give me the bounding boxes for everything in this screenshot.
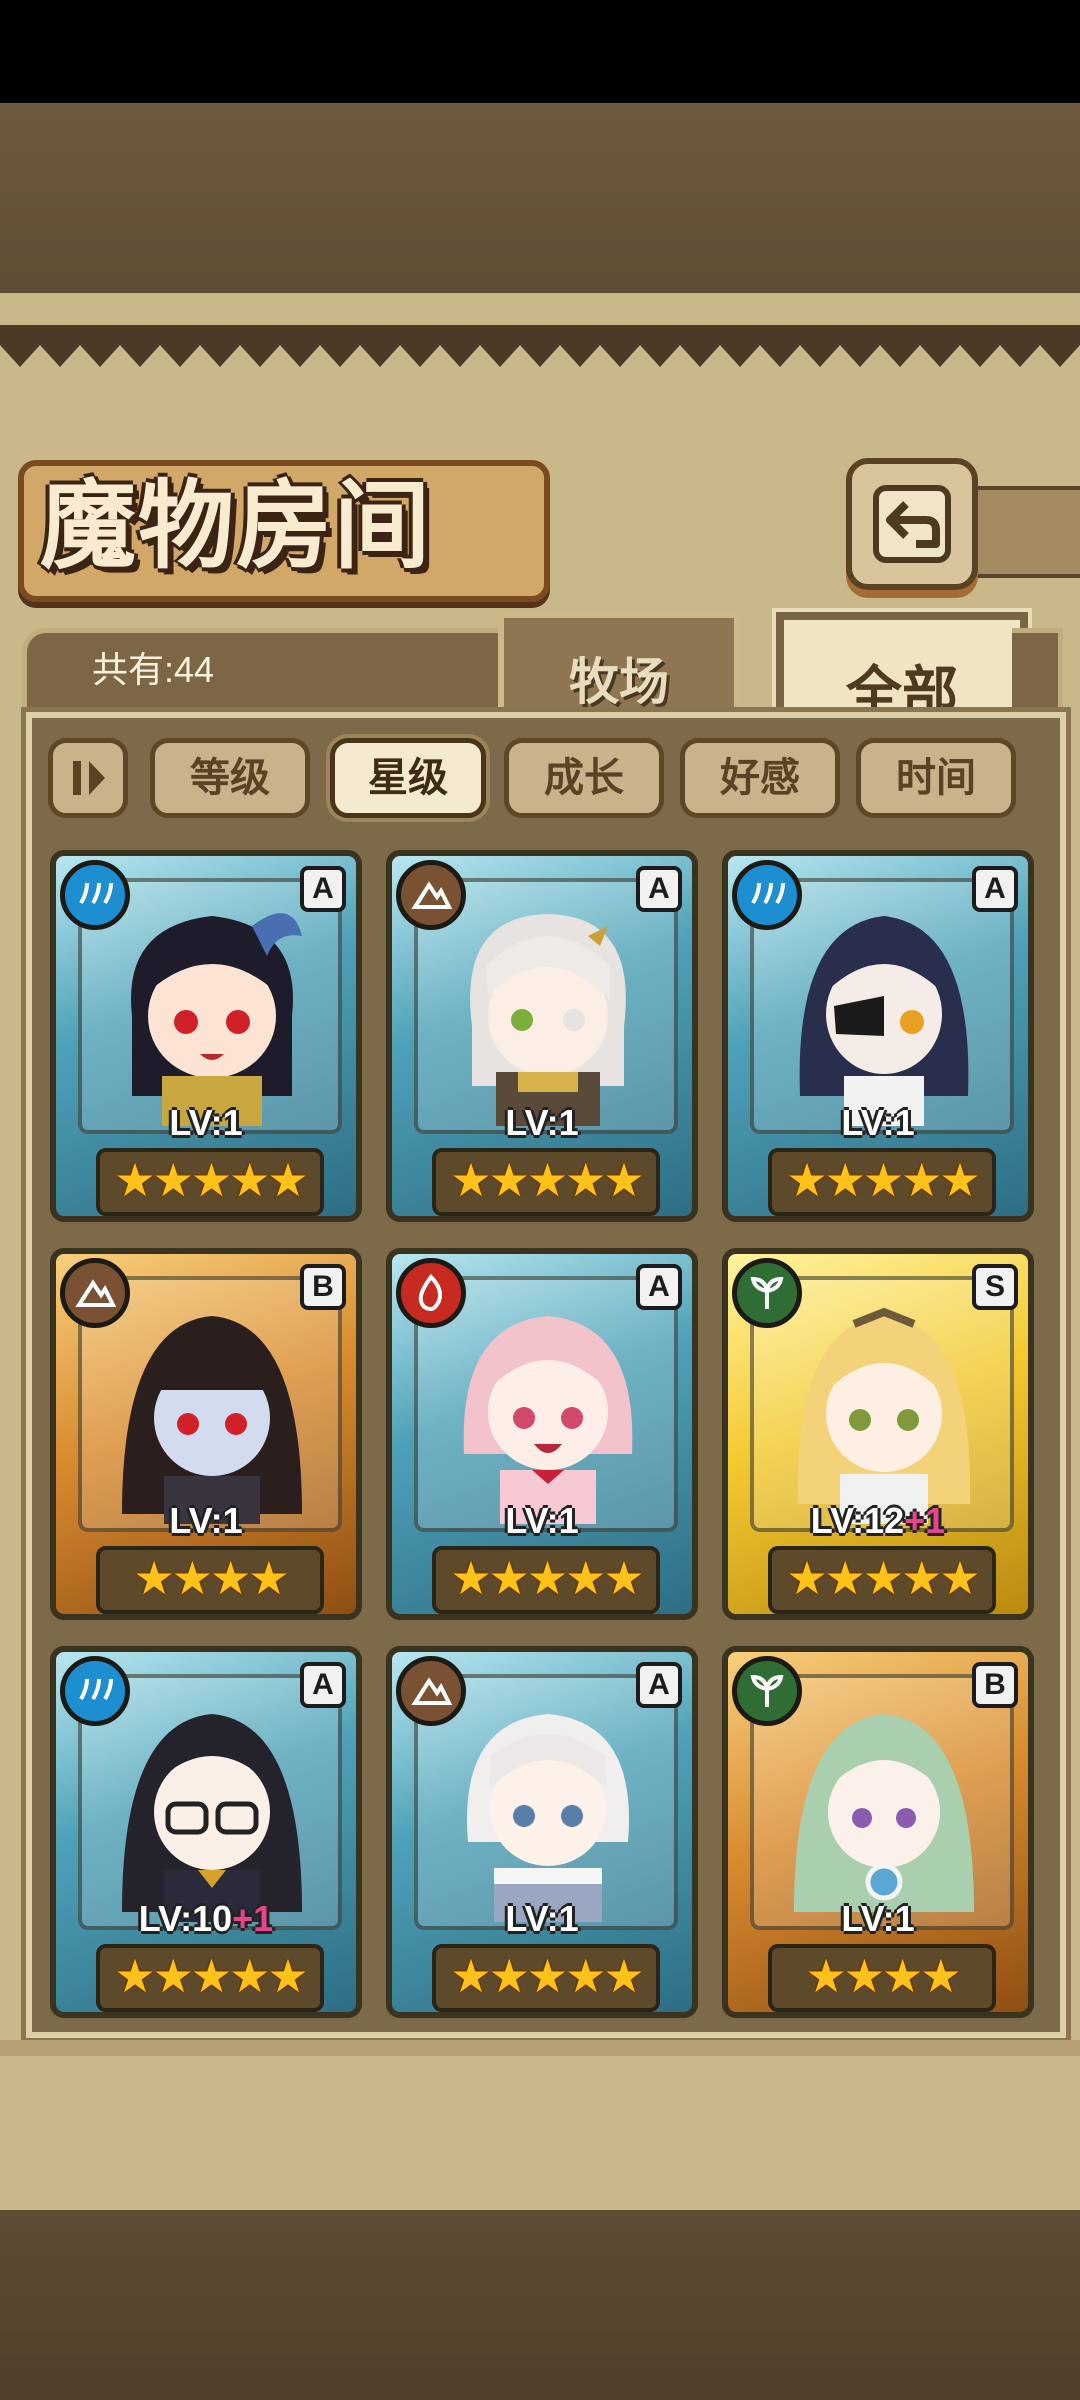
grade-badge: B xyxy=(972,1662,1018,1708)
filter-time-button[interactable]: 时间 xyxy=(856,738,1016,818)
monster-portrait xyxy=(131,913,302,1126)
monster-count: 共有:44 xyxy=(92,649,215,690)
filter-growth-button[interactable]: 成长 xyxy=(504,738,664,818)
star-rating: ★★★★ xyxy=(768,1944,996,2012)
earth-element-icon xyxy=(396,860,466,930)
map-background-top xyxy=(0,103,1080,293)
monster-portrait xyxy=(122,1316,302,1524)
grade-badge: A xyxy=(972,866,1018,912)
wood-element-icon xyxy=(732,1258,802,1328)
page-title: 魔物房间 xyxy=(40,469,432,582)
monster-level: LV:12+1 xyxy=(810,1500,946,1541)
grade-badge: A xyxy=(636,866,682,912)
sort-toggle-icon xyxy=(73,761,105,795)
back-button[interactable] xyxy=(846,458,978,590)
water-element-icon xyxy=(60,1656,130,1726)
monster-level: LV:10+1 xyxy=(138,1898,274,1939)
tab-bar-end xyxy=(1012,628,1063,719)
filter-affinity-button[interactable]: 好感 xyxy=(680,738,840,818)
monster-level: LV:1 xyxy=(841,1102,915,1143)
filter-star-button[interactable]: 星级 xyxy=(330,738,486,818)
monster-portrait xyxy=(799,916,969,1126)
fire-element-icon xyxy=(396,1258,466,1328)
monster-portrait xyxy=(122,1714,302,1922)
monster-portrait xyxy=(794,1714,974,1912)
water-element-icon xyxy=(60,860,130,930)
monster-card[interactable]: A LV:1 ★★★★★ xyxy=(50,850,362,1222)
return-arrow-icon xyxy=(873,485,951,563)
grade-badge: S xyxy=(972,1264,1018,1310)
wood-element-icon xyxy=(732,1656,802,1726)
star-rating: ★★★★★ xyxy=(96,1944,324,2012)
earth-element-icon xyxy=(396,1656,466,1726)
monster-level: LV:1 xyxy=(505,1102,579,1143)
monster-portrait xyxy=(797,1307,971,1524)
monster-card[interactable]: B LV:1 ★★★★ xyxy=(50,1248,362,1620)
monster-portrait xyxy=(463,1316,633,1524)
monster-portrait xyxy=(470,914,626,1126)
star-rating: ★★★★★ xyxy=(432,1148,660,1216)
monster-card[interactable]: A LV:1 ★★★★★ xyxy=(386,1646,698,2018)
tab-ranch[interactable]: 牧场 xyxy=(498,612,740,718)
star-rating: ★★★★★ xyxy=(768,1148,996,1216)
monster-level: LV:1 xyxy=(505,1898,579,1939)
water-element-icon xyxy=(732,860,802,930)
status-bar-area xyxy=(0,0,1080,103)
monster-card[interactable]: B LV:1 ★★★★ xyxy=(722,1646,1034,2018)
grade-badge: A xyxy=(300,1662,346,1708)
monster-level: LV:1 xyxy=(841,1898,915,1939)
grade-badge: A xyxy=(636,1662,682,1708)
zigzag-border-bottom xyxy=(0,2040,1080,2056)
star-rating: ★★★★ xyxy=(96,1546,324,1614)
star-rating: ★★★★★ xyxy=(768,1546,996,1614)
tab-ranch-label: 牧场 xyxy=(569,652,669,711)
monster-portrait xyxy=(467,1714,629,1922)
monster-level: LV:1 xyxy=(169,1500,243,1541)
zigzag-border-top xyxy=(0,325,1080,367)
monster-card[interactable]: A LV:10+1 ★★★★★ xyxy=(50,1646,362,2018)
monster-card[interactable]: A LV:1 ★★★★★ xyxy=(722,850,1034,1222)
monster-card[interactable]: A LV:1 ★★★★★ xyxy=(386,1248,698,1620)
star-rating: ★★★★★ xyxy=(432,1546,660,1614)
monster-card[interactable]: A LV:1 ★★★★★ xyxy=(386,850,698,1222)
earth-element-icon xyxy=(60,1258,130,1328)
grade-badge: B xyxy=(300,1264,346,1310)
star-rating: ★★★★★ xyxy=(432,1944,660,2012)
star-rating: ★★★★★ xyxy=(96,1148,324,1216)
monster-level: LV:1 xyxy=(505,1500,579,1541)
filter-level-button[interactable]: 等级 xyxy=(150,738,310,818)
map-background-bottom xyxy=(0,2210,1080,2400)
monster-card[interactable]: S LV:12+1 ★★★★★ xyxy=(722,1248,1034,1620)
grade-badge: A xyxy=(300,866,346,912)
sort-order-button[interactable] xyxy=(48,738,128,818)
monster-level: LV:1 xyxy=(169,1102,243,1143)
grade-badge: A xyxy=(636,1264,682,1310)
